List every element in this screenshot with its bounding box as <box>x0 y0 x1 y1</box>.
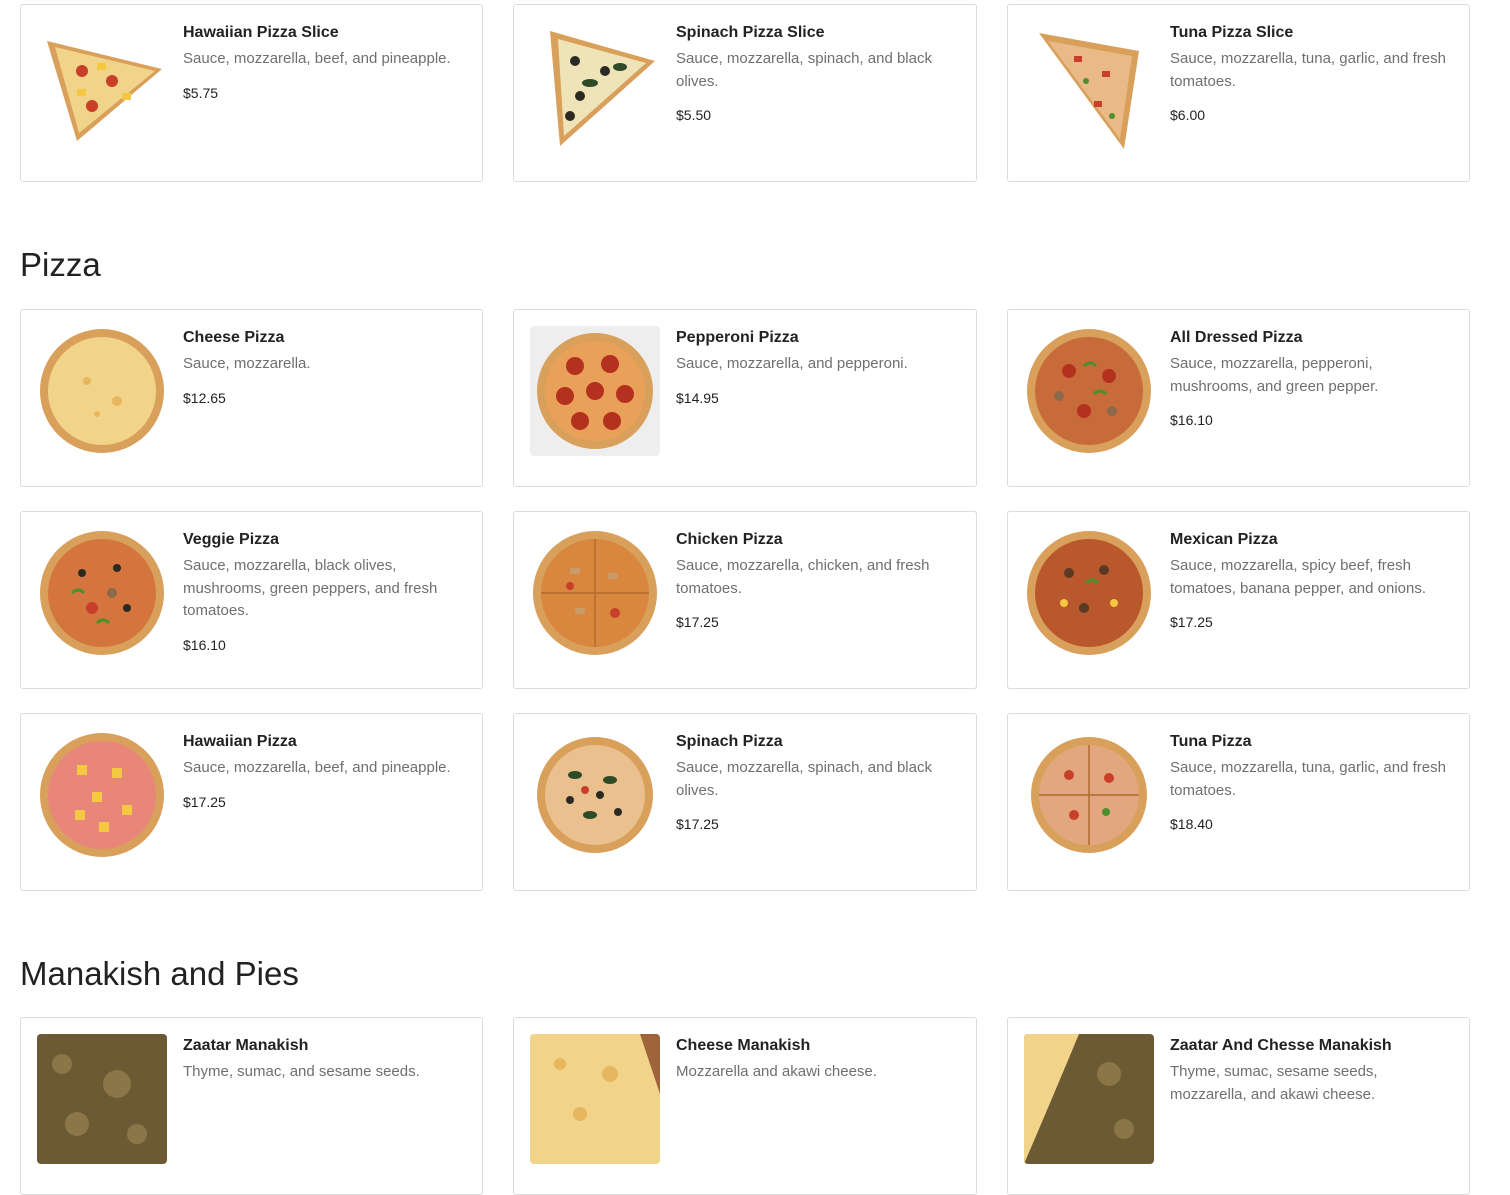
item-description: Sauce, mozzarella, tuna, garlic, and fre… <box>1170 759 1446 799</box>
chicken-pizza-image <box>530 528 660 658</box>
menu-item-card[interactable]: Hawaiian Pizza Slice Sauce, mozzarella, … <box>20 4 483 182</box>
item-name: Chicken Pizza <box>676 531 783 548</box>
item-price: $16.10 <box>1170 412 1213 428</box>
item-name: Mexican Pizza <box>1170 531 1278 548</box>
menu-item-card[interactable]: All Dressed Pizza Sauce, mozzarella, pep… <box>1007 309 1470 487</box>
item-description: Sauce, mozzarella, beef, and pineapple. <box>183 50 451 67</box>
item-description: Sauce, mozzarella, black olives, mushroo… <box>183 557 438 619</box>
item-price: $18.40 <box>1170 816 1213 832</box>
menu-item-card[interactable]: Zaatar And Chesse Manakish Thyme, sumac,… <box>1007 1017 1470 1195</box>
item-price: $5.75 <box>183 84 219 101</box>
item-price: $14.95 <box>676 389 719 406</box>
item-name: Veggie Pizza <box>183 531 280 548</box>
item-name: Pepperoni Pizza <box>676 329 799 346</box>
menu-item-card[interactable]: Tuna Pizza Sauce, mozzarella, tuna, garl… <box>1007 713 1470 891</box>
item-description: Sauce, mozzarella, and pepperoni. <box>676 355 908 372</box>
item-description: Sauce, mozzarella, spicy beef, fresh tom… <box>1170 557 1427 597</box>
item-description: Thyme, sumac, sesame seeds, mozzarella, … <box>1170 1063 1378 1103</box>
item-description: Mozzarella and akawi cheese. <box>676 1063 877 1080</box>
item-name: Zaatar And Chesse Manakish <box>1170 1037 1392 1054</box>
manakish-grid: Zaatar Manakish Thyme, sumac, and sesame… <box>20 1017 1470 1195</box>
menu-item-card[interactable]: Spinach Pizza Slice Sauce, mozzarella, s… <box>513 4 977 182</box>
item-description: Sauce, mozzarella, chicken, and fresh to… <box>676 557 930 597</box>
item-name: Cheese Pizza <box>183 329 285 346</box>
all-dressed-pizza-image <box>1024 326 1154 456</box>
item-price: $17.25 <box>183 793 226 810</box>
zaatar-manakish-image <box>37 1034 167 1164</box>
item-description: Sauce, mozzarella, beef, and pineapple. <box>183 759 451 776</box>
item-name: Spinach Pizza Slice <box>676 24 825 41</box>
menu-item-card[interactable]: Veggie Pizza Sauce, mozzarella, black ol… <box>20 511 483 689</box>
menu-item-card[interactable]: Mexican Pizza Sauce, mozzarella, spicy b… <box>1007 511 1470 689</box>
slices-grid: Hawaiian Pizza Slice Sauce, mozzarella, … <box>20 4 1470 182</box>
item-price: $17.25 <box>676 614 719 630</box>
item-description: Sauce, mozzarella. <box>183 355 311 372</box>
pepperoni-pizza-image <box>530 326 660 456</box>
item-name: Tuna Pizza Slice <box>1170 24 1294 41</box>
spinach-pizza-image <box>530 730 660 860</box>
item-price: $17.25 <box>676 816 719 832</box>
zaatar-cheese-manakish-image <box>1024 1034 1154 1164</box>
menu-item-card[interactable]: Hawaiian Pizza Sauce, mozzarella, beef, … <box>20 713 483 891</box>
mexican-pizza-image <box>1024 528 1154 658</box>
section-title-pizza: Pizza <box>20 246 101 283</box>
menu-item-card[interactable]: Cheese Pizza Sauce, mozzarella. $12.65 <box>20 309 483 487</box>
menu-item-card[interactable]: Spinach Pizza Sauce, mozzarella, spinach… <box>513 713 977 891</box>
menu-item-card[interactable]: Zaatar Manakish Thyme, sumac, and sesame… <box>20 1017 483 1195</box>
section-title-manakish: Manakish and Pies <box>20 955 299 992</box>
item-description: Sauce, mozzarella, tuna, garlic, and fre… <box>1170 50 1446 90</box>
pizza-grid: Cheese Pizza Sauce, mozzarella. $12.65 P… <box>20 309 1470 891</box>
item-name: Hawaiian Pizza Slice <box>183 24 339 41</box>
cheese-manakish-image <box>530 1034 660 1164</box>
menu-item-card[interactable]: Cheese Manakish Mozzarella and akawi che… <box>513 1017 977 1195</box>
item-name: Zaatar Manakish <box>183 1037 309 1054</box>
cheese-pizza-image <box>37 326 167 456</box>
menu-item-card[interactable]: Chicken Pizza Sauce, mozzarella, chicken… <box>513 511 977 689</box>
item-name: Cheese Manakish <box>676 1037 811 1054</box>
item-price: $12.65 <box>183 389 226 406</box>
item-price: $17.25 <box>1170 614 1213 630</box>
item-price: $5.50 <box>676 107 712 123</box>
hawaiian-slice-image <box>37 21 167 151</box>
tuna-pizza-image <box>1024 730 1154 860</box>
hawaiian-pizza-image <box>37 730 167 860</box>
item-description: Sauce, mozzarella, pepperoni, mushrooms,… <box>1170 355 1379 395</box>
item-name: Spinach Pizza <box>676 733 783 750</box>
spinach-slice-image <box>530 21 660 151</box>
menu-item-card[interactable]: Tuna Pizza Slice Sauce, mozzarella, tuna… <box>1007 4 1470 182</box>
tuna-slice-image <box>1024 21 1154 151</box>
item-description: Sauce, mozzarella, spinach, and black ol… <box>676 759 932 799</box>
item-name: All Dressed Pizza <box>1170 329 1303 346</box>
item-price: $6.00 <box>1170 107 1206 123</box>
item-price: $16.10 <box>183 636 226 653</box>
item-name: Hawaiian Pizza <box>183 733 297 750</box>
item-description: Sauce, mozzarella, spinach, and black ol… <box>676 50 932 90</box>
item-name: Tuna Pizza <box>1170 733 1252 750</box>
item-description: Thyme, sumac, and sesame seeds. <box>183 1063 420 1080</box>
menu-item-card[interactable]: Pepperoni Pizza Sauce, mozzarella, and p… <box>513 309 977 487</box>
veggie-pizza-image <box>37 528 167 658</box>
